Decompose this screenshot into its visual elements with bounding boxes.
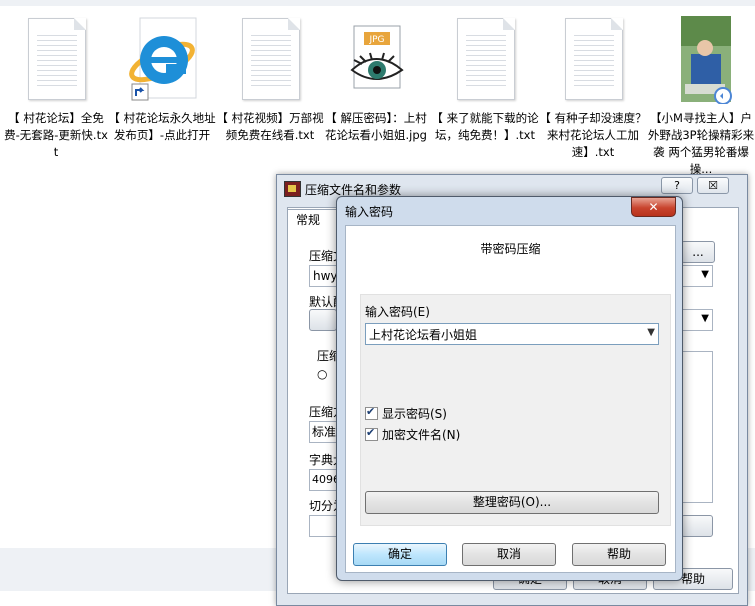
password-input[interactable]: 上村花论坛看小姐姐 ▼ bbox=[365, 323, 659, 345]
file-item[interactable]: 【 有种子却没速度？来村花论坛人工加速】.txt bbox=[539, 14, 647, 161]
password-group: 输入密码(E) 上村花论坛看小姐姐 ▼ 显示密码(S) 加密文件名(N) 整理密… bbox=[360, 294, 671, 526]
tab-general[interactable]: 常规 bbox=[287, 209, 341, 230]
file-label: 【 有种子却没速度？来村花论坛人工加速】.txt bbox=[539, 111, 647, 159]
split-field[interactable] bbox=[309, 515, 337, 537]
chevron-down-icon[interactable]: ▼ bbox=[647, 327, 655, 338]
top-strip bbox=[0, 0, 755, 6]
file-item[interactable]: 【 村花视频】万部视频免费在线看.txt bbox=[216, 14, 324, 144]
checkbox-checked-icon[interactable] bbox=[365, 426, 378, 441]
file-item[interactable]: 【 村花论坛永久地址发布页】-点此打开 bbox=[108, 14, 216, 144]
help-button[interactable]: 帮助 bbox=[572, 543, 666, 566]
text-file-icon bbox=[449, 14, 521, 104]
show-password-label: 显示密码(S) bbox=[382, 407, 447, 421]
organize-passwords-button[interactable]: 整理密码(O)... bbox=[365, 491, 659, 514]
help-icon[interactable]: ? bbox=[661, 177, 693, 194]
ok-button[interactable]: 确定 bbox=[353, 543, 447, 566]
method-value: 标准 bbox=[312, 425, 337, 439]
text-file-icon bbox=[234, 14, 306, 104]
encrypt-filenames-label: 加密文件名(N) bbox=[382, 428, 461, 442]
file-label: 【 村花论坛】全免费-无套路-更新快.txt bbox=[4, 111, 108, 159]
password-dialog[interactable]: 输入密码 ✕ 带密码压缩 输入密码(E) 上村花论坛看小姐姐 ▼ 显示密码(S)… bbox=[336, 196, 683, 581]
jpg-badge: JPG bbox=[368, 35, 384, 45]
chevron-down-icon: ▼ bbox=[701, 269, 709, 280]
winrar-icon bbox=[284, 181, 301, 197]
file-label: 【 解压密码】：上村花论坛看小姐姐.jpg bbox=[325, 111, 427, 142]
file-item[interactable]: JPG 【 解压密码】：上村花论坛看小姐姐.jpg bbox=[322, 14, 430, 144]
ie-shortcut-icon bbox=[126, 14, 198, 104]
update-mode-dropdown[interactable]: ▼ bbox=[681, 309, 713, 331]
options-panel bbox=[681, 351, 713, 503]
file-item[interactable]: 【小M寻找主人】户外野战3P轮操精彩来袭 两个猛男轮番爆操... bbox=[647, 14, 755, 178]
checkbox-checked-icon[interactable] bbox=[365, 405, 378, 420]
file-label: 【 来了就能下载的论坛，纯免费！】.txt bbox=[431, 111, 539, 142]
password-label: 输入密码(E) bbox=[365, 305, 430, 319]
file-label: 【小M寻找主人】户外野战3P轮操精彩来袭 两个猛男轮番爆操... bbox=[647, 111, 755, 176]
jpg-eye-icon: JPG bbox=[340, 14, 412, 104]
close-icon[interactable]: ✕ bbox=[631, 197, 676, 217]
file-item[interactable]: 【 来了就能下载的论坛，纯免费！】.txt bbox=[431, 14, 539, 144]
dialog-header: 带密码压缩 bbox=[480, 242, 541, 256]
video-thumbnail-icon bbox=[665, 14, 737, 105]
set-password-button[interactable] bbox=[681, 515, 713, 537]
show-password-checkbox[interactable]: 显示密码(S) bbox=[365, 405, 447, 422]
browse-button[interactable]: ... bbox=[681, 241, 715, 263]
profiles-button[interactable] bbox=[309, 309, 337, 331]
file-label: 【 村花论坛永久地址发布页】-点此打开 bbox=[108, 111, 216, 142]
encrypt-filenames-checkbox[interactable]: 加密文件名(N) bbox=[365, 426, 460, 443]
text-file-icon bbox=[20, 14, 92, 104]
text-file-icon bbox=[557, 14, 629, 104]
close-icon[interactable]: ☒ bbox=[697, 177, 729, 194]
file-item[interactable]: 【 村花论坛】全免费-无套路-更新快.txt bbox=[2, 14, 110, 161]
password-value: 上村花论坛看小姐姐 bbox=[369, 328, 478, 342]
chevron-down-icon: ▼ bbox=[701, 313, 709, 324]
dictionary-select[interactable]: 4096 bbox=[309, 469, 340, 491]
dialog-body: 带密码压缩 输入密码(E) 上村花论坛看小姐姐 ▼ 显示密码(S) 加密文件名(… bbox=[345, 225, 676, 573]
archive-name-dropdown[interactable]: ▼ bbox=[681, 265, 713, 287]
cancel-button[interactable]: 取消 bbox=[462, 543, 556, 566]
method-select[interactable]: 标准 bbox=[309, 421, 337, 443]
radio-rar-icon[interactable]: ○ bbox=[317, 367, 327, 381]
file-label: 【 村花视频】万部视频免费在线看.txt bbox=[216, 111, 324, 142]
dialog-title: 输入密码 bbox=[345, 205, 394, 219]
